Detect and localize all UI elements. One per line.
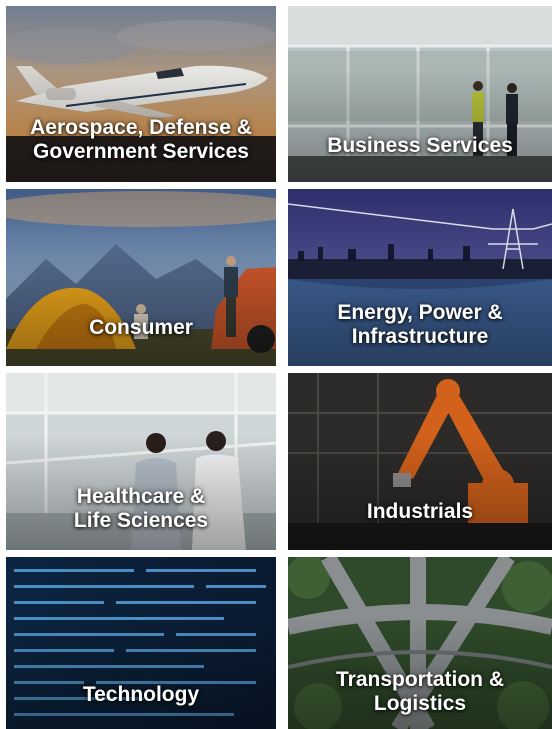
tile-technology-label-line-1: Technology (82, 683, 200, 706)
tile-healthcare-label: Healthcare & Life Sciences (6, 485, 276, 533)
industry-grid: Aerospace, Defense & Government Services (0, 0, 552, 729)
tile-business-services-label-line-1: Business Services (327, 134, 513, 157)
tile-transportation[interactable]: Transportation & Logistics (288, 557, 552, 729)
tile-energy-label-line-2: Infrastructure (351, 325, 489, 348)
tile-transportation-label-line-1: Transportation & (335, 668, 504, 691)
tile-healthcare[interactable]: Healthcare & Life Sciences (6, 373, 276, 550)
tile-business-services-label: Business Services (288, 134, 552, 158)
tile-consumer[interactable]: Consumer (6, 189, 276, 366)
tile-energy[interactable]: Energy, Power & Infrastructure (288, 189, 552, 366)
tile-aerospace-label: Aerospace, Defense & Government Services (6, 116, 276, 164)
tile-transportation-label: Transportation & Logistics (288, 668, 552, 716)
tile-healthcare-label-line-2: Life Sciences (73, 509, 209, 532)
tile-energy-label-line-1: Energy, Power & (337, 301, 503, 324)
tile-industrials-label: Industrials (288, 500, 552, 524)
tile-healthcare-label-line-1: Healthcare & (76, 485, 206, 508)
tile-consumer-label: Consumer (6, 316, 276, 340)
tile-technology-label: Technology (6, 683, 276, 707)
tile-energy-label: Energy, Power & Infrastructure (288, 301, 552, 349)
tile-technology[interactable]: Technology (6, 557, 276, 729)
tile-industrials-label-line-1: Industrials (366, 500, 474, 523)
tile-aerospace[interactable]: Aerospace, Defense & Government Services (6, 6, 276, 182)
tile-business-services[interactable]: Business Services (288, 6, 552, 182)
tile-transportation-label-line-2: Logistics (373, 692, 467, 715)
tile-aerospace-label-line-1: Aerospace, Defense & (30, 116, 252, 139)
tile-aerospace-label-line-2: Government Services (33, 140, 249, 163)
tile-consumer-label-line-1: Consumer (89, 316, 193, 339)
tile-industrials[interactable]: Industrials (288, 373, 552, 550)
